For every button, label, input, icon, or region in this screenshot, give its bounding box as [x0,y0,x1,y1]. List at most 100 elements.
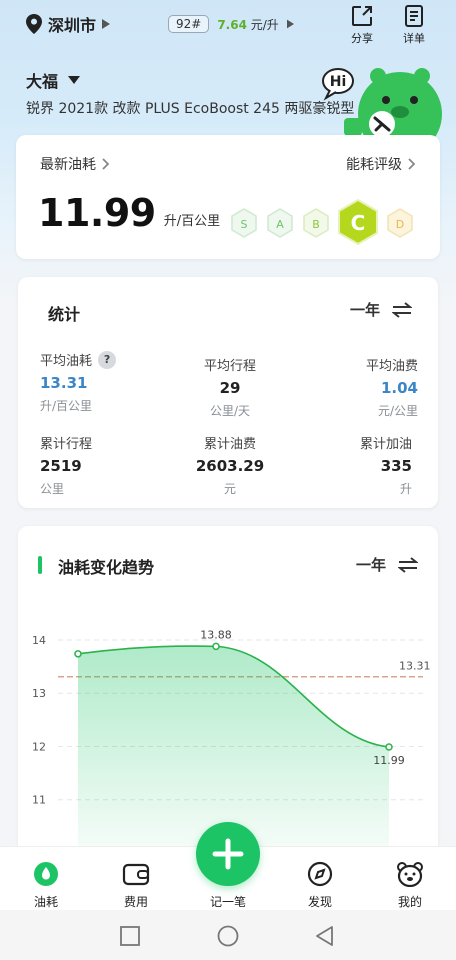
location-pin-icon [26,14,42,34]
svg-text:S: S [241,218,248,231]
chevron-right-icon [102,158,110,170]
swap-icon [392,301,412,318]
nav-profile[interactable]: 我的 [380,861,440,910]
car-selector[interactable]: 大福 [26,68,81,92]
y-tick-label: 14 [32,634,46,647]
stat-total-distance: 累计行程 2519 公里 [40,433,92,497]
list-document-icon [405,5,423,27]
droplet-icon [34,862,58,886]
stat-value: 335 [380,457,412,475]
stat-unit: 公里 [40,482,65,496]
caret-down-icon [68,76,81,84]
home-icon[interactable] [217,925,239,947]
latest-consumption-label: 最新油耗 [40,157,96,173]
fuel-price-value: 7.64 [217,17,247,32]
y-tick-label: 11 [32,794,46,807]
svg-text:B: B [312,218,320,231]
statistics-period-toggle[interactable]: 一年 [350,299,412,320]
nav-add-record[interactable]: 记一笔 [198,893,258,910]
data-label: 11.99 [373,754,405,767]
latest-consumption-readout: 11.99 升/百公里 [38,191,220,235]
recent-apps-icon[interactable] [120,926,140,946]
detail-list-button[interactable]: 详单 [394,4,434,46]
latest-consumption-value: 11.99 [38,191,156,235]
latest-consumption-unit: 升/百公里 [163,214,221,229]
plus-icon [212,838,244,870]
grade-s-badge: S [231,208,257,238]
share-button[interactable]: 分享 [342,4,382,46]
location-selector[interactable]: 深圳市 [26,12,111,36]
nav-label: 费用 [123,895,148,909]
nav-fuel-consumption[interactable]: 油耗 [16,861,76,910]
grade-c-badge-current: C [338,198,378,245]
trend-chart: 101112131413.3113.8811.99 [32,628,431,856]
stat-value: 2603.29 [195,457,265,475]
bear-face-icon [397,862,423,887]
stat-label: 累计行程 [40,437,93,452]
nav-label: 我的 [397,895,422,909]
energy-grade-scale: S A B C D [231,198,413,245]
wallet-icon [122,863,150,886]
help-icon[interactable]: ? [98,350,117,369]
stat-avg-consumption: 平均油耗 ? 13.31 升/百公里 [40,350,117,414]
mascot-hi-text: Hi [330,74,347,90]
trend-card: 油耗变化趋势 一年 101112131413.3113.8811.99 [18,526,438,856]
data-point [212,642,220,651]
y-tick-label: 12 [32,740,46,753]
y-tick-label: 13 [32,687,46,700]
caret-right-icon [286,19,294,29]
grade-b-badge: B [303,208,329,238]
svg-text:C: C [351,211,366,235]
car-name: 大福 [26,72,59,91]
stat-unit: 升 [399,482,412,496]
grade-d-badge: D [387,208,413,238]
stat-value: 13.31 [40,374,88,392]
stat-value: 1.04 [380,379,418,397]
detail-label: 详单 [403,32,425,45]
data-label: 13.88 [200,628,232,641]
nav-label: 记一笔 [209,895,246,909]
stat-label: 累计油费 [203,437,256,452]
stat-label: 平均油费 [365,359,418,374]
fuel-price[interactable]: 92# 7.64 元/升 [168,12,294,36]
stat-value: 2519 [40,457,82,475]
compass-icon [307,861,333,887]
statistics-title: 统计 [48,305,81,324]
svg-text:A: A [276,218,284,231]
fuel-price-unit: 元/升 [250,17,279,32]
nav-label: 油耗 [33,895,58,909]
stat-label: 平均油耗 [40,354,93,369]
stat-unit: 元/公里 [377,404,418,418]
caret-right-icon [102,19,111,29]
stat-unit: 公里/天 [209,404,251,418]
stat-label: 平均行程 [203,359,256,374]
stat-total-fuel-cost: 累计油费 2603.29 元 [184,433,276,497]
back-icon[interactable] [314,925,334,947]
nav-discover[interactable]: 发现 [290,861,350,910]
share-icon [352,6,372,26]
average-label: 13.31 [399,660,431,673]
chevron-right-icon [408,158,416,170]
grade-a-badge: A [267,208,293,238]
share-label: 分享 [351,32,373,45]
top-bar: 深圳市 92# 7.64 元/升 分享 详单 [0,0,456,50]
add-record-button[interactable] [196,822,260,886]
stat-unit: 元 [223,482,236,496]
fuel-summary-card: 最新油耗 能耗评级 11.99 升/百公里 S A B C D [16,135,440,259]
nav-expenses[interactable]: 费用 [106,861,166,910]
stat-label: 累计加油 [359,437,412,452]
fuel-grade-badge: 92# [168,15,210,33]
energy-rating-label: 能耗评级 [346,157,402,173]
stat-value: 29 [219,379,241,397]
statistics-card: 统计 一年 平均油耗 ? 13.31 升/百公里 平均行程 29 公里/天 平均… [18,277,438,508]
stat-unit: 升/百公里 [40,399,93,413]
statistics-period-label: 一年 [349,301,380,319]
stat-total-refuel: 累计加油 335 升 [360,433,412,497]
latest-consumption-link[interactable]: 最新油耗 [40,154,110,174]
data-point [74,650,82,658]
stat-avg-distance: 平均行程 29 公里/天 [190,355,270,419]
energy-rating-link[interactable]: 能耗评级 [346,154,416,174]
nav-label: 发现 [307,895,332,909]
stat-avg-fuel-cost: 平均油费 1.04 元/公里 [366,355,418,419]
city-label: 深圳市 [48,16,97,35]
